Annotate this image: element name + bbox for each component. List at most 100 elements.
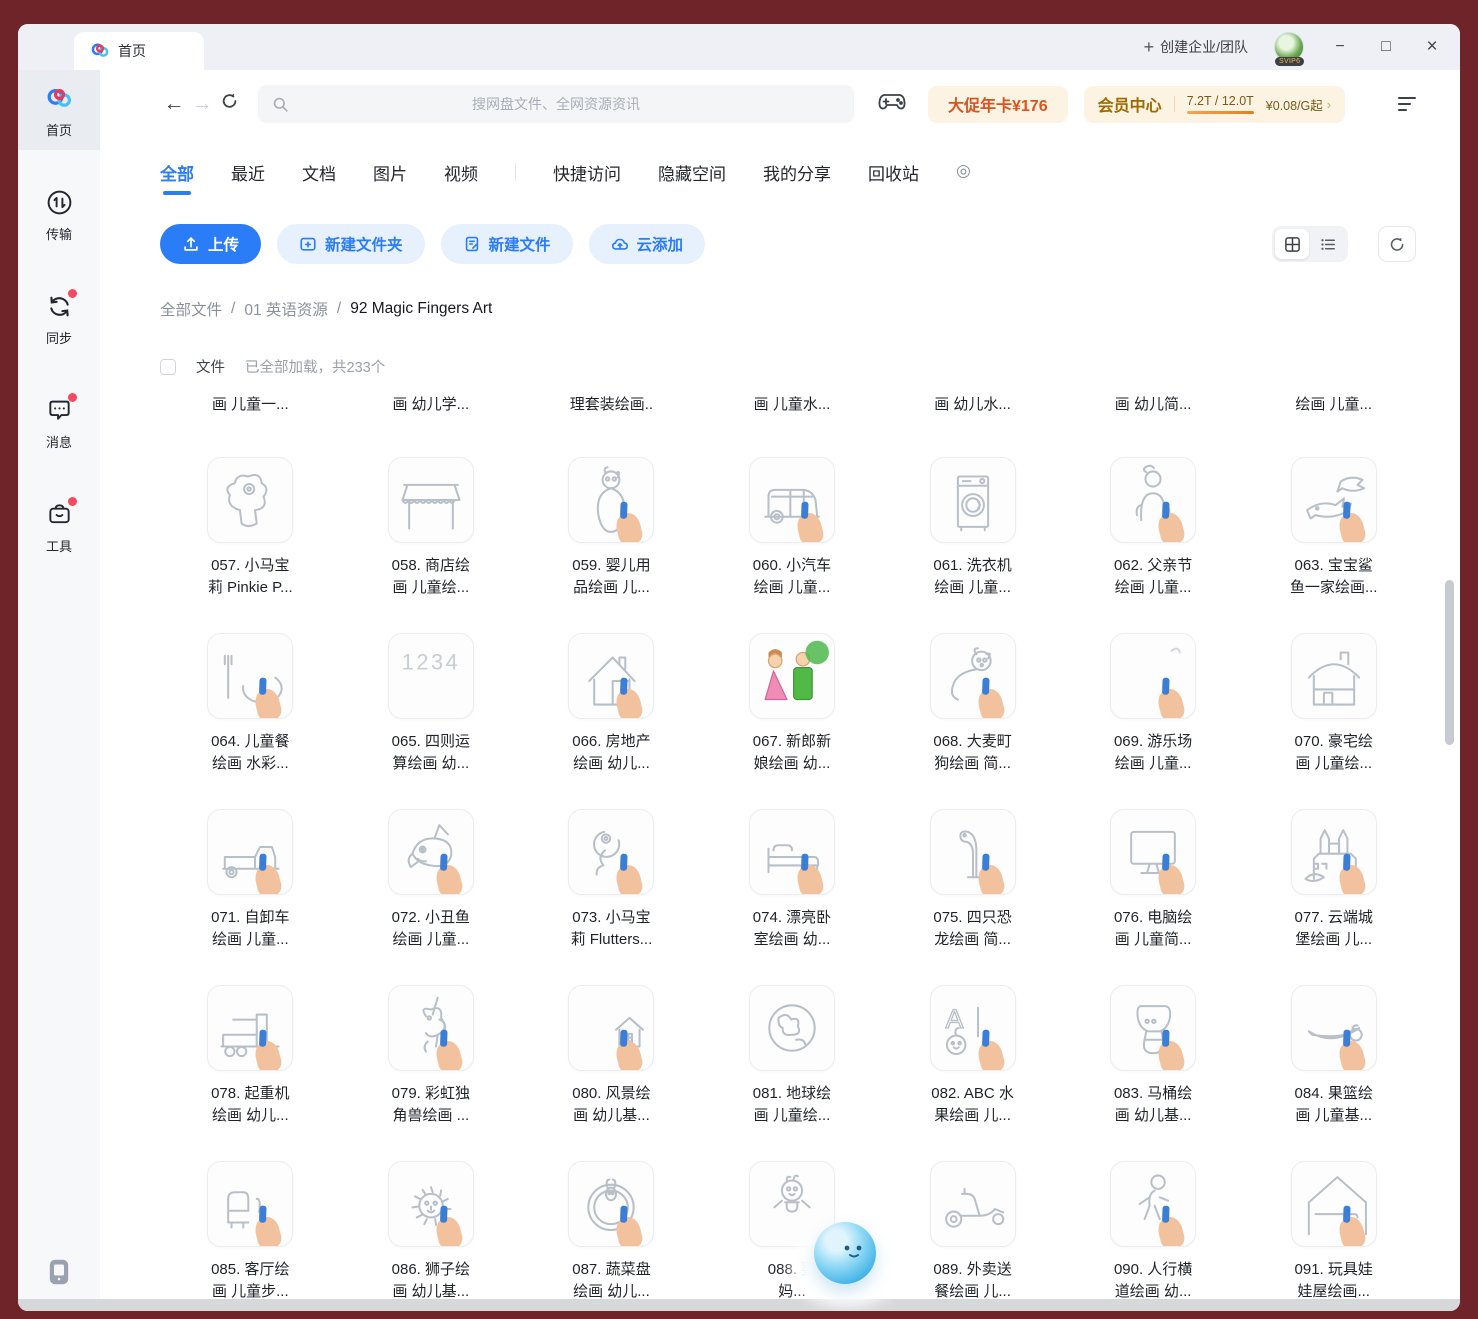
file-item[interactable]: 077. 云端城堡绘画 儿... — [1243, 809, 1424, 951]
sidebar-item-label: 消息 — [46, 432, 72, 451]
file-name: 080. 风景绘画 幼儿基... — [572, 1083, 650, 1127]
grid-view-button[interactable] — [1275, 229, 1309, 259]
user-avatar[interactable]: SVIP6 — [1274, 32, 1304, 62]
file-item-partial[interactable]: 绘画 儿童... — [1243, 393, 1424, 423]
file-item-partial[interactable]: 画 幼儿学... — [341, 393, 522, 423]
minimize-button[interactable]: − — [1330, 38, 1350, 56]
maximize-button[interactable]: □ — [1376, 38, 1396, 56]
file-item[interactable]: 079. 彩虹独角兽绘画 ... — [341, 985, 522, 1127]
cloud-add-button[interactable]: 云添加 — [589, 224, 706, 264]
mobile-device-button[interactable] — [18, 1259, 100, 1285]
tab-documents[interactable]: 文档 — [302, 160, 336, 195]
file-item[interactable]: 089. 外卖送餐绘画 儿... — [882, 1161, 1063, 1303]
file-item[interactable]: 073. 小马宝莉 Flutters... — [521, 809, 702, 951]
file-item[interactable]: 058. 商店绘画 儿童绘... — [341, 457, 522, 599]
tab-settings-icon[interactable]: ◎ — [956, 161, 971, 181]
file-item[interactable]: 068. 大麦町狗绘画 简... — [882, 633, 1063, 775]
tab-recent[interactable]: 最近 — [231, 160, 265, 195]
file-item[interactable]: 067. 新郎新娘绘画 幼... — [702, 633, 883, 775]
sidebar-item-messages[interactable]: 消息 — [18, 382, 100, 462]
new-file-button[interactable]: 新建文件 — [441, 224, 573, 264]
file-item[interactable]: 091. 玩具娃娃屋绘画... — [1243, 1161, 1424, 1303]
file-item[interactable]: 063. 宝宝鲨鱼一家绘画... — [1243, 457, 1424, 599]
tab-recycle-bin[interactable]: 回收站 — [868, 160, 919, 195]
file-item[interactable]: A082. ABC 水果绘画 儿... — [882, 985, 1063, 1127]
breadcrumb-root[interactable]: 全部文件 — [160, 298, 222, 320]
file-item[interactable]: 081. 地球绘画 儿童绘... — [702, 985, 883, 1127]
notification-dot — [68, 497, 77, 506]
tab-all[interactable]: 全部 — [160, 160, 194, 195]
breadcrumb-folder[interactable]: 01 英语资源 — [244, 298, 328, 320]
sidebar-item-sync[interactable]: 同步 — [18, 278, 100, 358]
assistant-face — [814, 1222, 876, 1284]
file-item[interactable]: 087. 蔬菜盘绘画 幼儿... — [521, 1161, 702, 1303]
file-item[interactable]: 1234065. 四则运算绘画 幼... — [341, 633, 522, 775]
file-item-partial[interactable]: 画 幼儿水... — [882, 393, 1063, 423]
create-team-button[interactable]: + 创建企业/团队 — [1144, 37, 1248, 58]
svg-text:A: A — [945, 1004, 963, 1034]
file-item[interactable]: 066. 房地产绘画 幼儿... — [521, 633, 702, 775]
file-item[interactable]: 062. 父亲节绘画 儿童... — [1063, 457, 1244, 599]
list-refresh-button[interactable] — [1378, 226, 1416, 262]
sidebar-item-transfer[interactable]: 传输 — [18, 174, 100, 254]
tab-hidden-space[interactable]: 隐藏空间 — [658, 160, 726, 195]
tab-videos[interactable]: 视频 — [444, 160, 478, 195]
file-item[interactable]: 071. 自卸车绘画 儿童... — [160, 809, 341, 951]
file-item[interactable]: 059. 婴儿用品绘画 儿... — [521, 457, 702, 599]
file-name: 091. 玩具娃娃屋绘画... — [1295, 1259, 1373, 1303]
sidebar-item-home[interactable]: 首页 — [18, 70, 100, 150]
file-item[interactable]: 078. 起重机绘画 幼儿... — [160, 985, 341, 1127]
search-input[interactable]: 搜网盘文件、全网资源资讯 — [258, 85, 854, 123]
file-name: 077. 云端城堡绘画 儿... — [1295, 907, 1373, 951]
file-item[interactable]: 060. 小汽车绘画 儿童... — [702, 457, 883, 599]
pony-swirl-sketch-thumbnail — [568, 809, 654, 895]
file-name: 058. 商店绘画 儿童绘... — [392, 555, 470, 599]
tab-quick-access[interactable]: 快捷访问 — [553, 160, 621, 195]
clownfish-sketch-thumbnail — [388, 809, 474, 895]
upload-button[interactable]: 上传 — [160, 224, 261, 264]
file-item[interactable]: 075. 四只恐龙绘画 简... — [882, 809, 1063, 951]
app-window: 首页 + 创建企业/团队 SVIP6 − □ × 首页传输同步消息工具 ← → — [18, 24, 1460, 1311]
file-item[interactable]: 069. 游乐场绘画 儿童... — [1063, 633, 1244, 775]
file-item[interactable]: 064. 儿童餐绘画 水彩... — [160, 633, 341, 775]
file-item[interactable]: 072. 小丑鱼绘画 儿童... — [341, 809, 522, 951]
dollhouse-sketch-thumbnail — [1291, 1161, 1377, 1247]
file-name: 085. 客厅绘画 儿童步... — [211, 1259, 289, 1303]
file-name: 086. 狮子绘画 幼儿基... — [392, 1259, 470, 1303]
tab-pictures[interactable]: 图片 — [373, 160, 407, 195]
file-name: 060. 小汽车绘画 儿童... — [753, 555, 831, 599]
back-button[interactable]: ← — [160, 92, 188, 116]
file-item-partial[interactable]: 理套装绘画.. — [521, 393, 702, 423]
file-item-partial[interactable]: 画 儿童水... — [702, 393, 883, 423]
ai-assistant-ball[interactable] — [814, 1222, 876, 1284]
file-item[interactable]: 084. 果篮绘画 儿童基... — [1243, 985, 1424, 1127]
tab-my-shares[interactable]: 我的分享 — [763, 160, 831, 195]
page-refresh-button[interactable] — [216, 92, 244, 116]
file-item[interactable]: 080. 风景绘画 幼儿基... — [521, 985, 702, 1127]
file-name: 079. 彩虹独角兽绘画 ... — [392, 1083, 470, 1127]
promo-year-card-button[interactable]: 大促年卡¥176 — [928, 86, 1068, 123]
file-item[interactable]: 057. 小马宝莉 Pinkie P... — [160, 457, 341, 599]
toilet-sketch-thumbnail — [1110, 985, 1196, 1071]
file-item[interactable]: 061. 洗衣机绘画 儿童... — [882, 457, 1063, 599]
home-tab[interactable]: 首页 — [74, 32, 204, 70]
file-item[interactable]: 086. 狮子绘画 幼儿基... — [341, 1161, 522, 1303]
sidebar-item-tools[interactable]: 工具 — [18, 486, 100, 566]
member-center-button[interactable]: 会员中心 7.2T / 12.0T ¥0.08/G起 › — [1084, 86, 1346, 123]
breadcrumb-current: 92 Magic Fingers Art — [350, 300, 492, 318]
file-item[interactable]: 090. 人行横道绘画 幼... — [1063, 1161, 1244, 1303]
list-view-button[interactable] — [1311, 229, 1345, 259]
file-item-partial[interactable]: 画 幼儿简... — [1063, 393, 1244, 423]
file-item[interactable]: 076. 电脑绘画 儿童简... — [1063, 809, 1244, 951]
file-item[interactable]: 070. 豪宅绘画 儿童绘... — [1243, 633, 1424, 775]
file-item[interactable]: 085. 客厅绘画 儿童步... — [160, 1161, 341, 1303]
filter-menu-icon[interactable] — [1398, 97, 1416, 111]
new-folder-button[interactable]: 新建文件夹 — [277, 224, 425, 264]
file-item[interactable]: 083. 马桶绘画 幼儿基... — [1063, 985, 1244, 1127]
file-item[interactable]: 074. 漂亮卧室绘画 幼... — [702, 809, 883, 951]
close-button[interactable]: × — [1422, 36, 1442, 58]
select-all-checkbox[interactable] — [160, 359, 176, 375]
game-controller-icon[interactable] — [878, 91, 906, 118]
vertical-scrollbar[interactable] — [1445, 580, 1454, 745]
file-item-partial[interactable]: 画 儿童一... — [160, 393, 341, 423]
